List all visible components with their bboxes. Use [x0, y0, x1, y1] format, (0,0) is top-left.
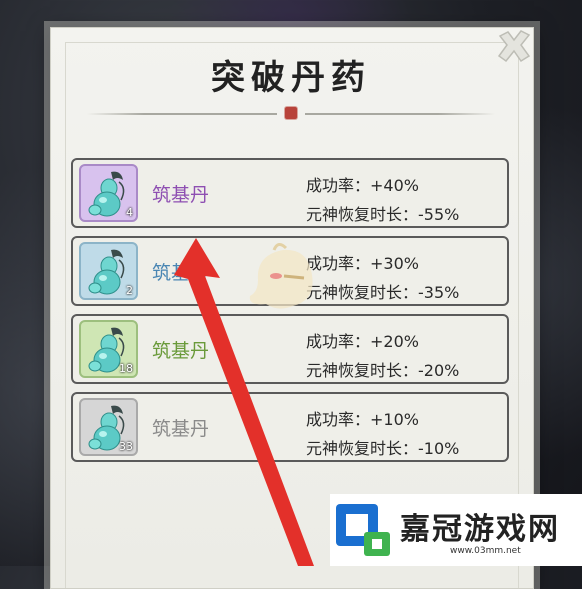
item-name: 筑基丹 [152, 418, 210, 440]
pill-item[interactable]: 33 筑基丹 成功率：+10% 元神恢复时长：-10% [71, 392, 509, 462]
item-name: 筑基丹 [152, 262, 210, 284]
recovery-time: 元神恢复时长：-20% [306, 361, 460, 380]
item-count: 4 [126, 206, 133, 219]
site-logo: 嘉冠游戏网 www.03mm.net [330, 494, 582, 566]
pill-item[interactable]: 4 筑基丹 成功率：+40% 元神恢复时长：-55% [71, 158, 509, 228]
seal-icon [285, 107, 297, 119]
pill-icon-box: 2 [79, 242, 138, 300]
item-name: 筑基丹 [152, 184, 210, 206]
pill-icon-box: 4 [79, 164, 138, 222]
item-count: 2 [126, 284, 133, 297]
item-count: 33 [119, 440, 133, 453]
success-rate: 成功率：+40% [306, 176, 419, 195]
item-count: 18 [119, 362, 133, 375]
success-rate: 成功率：+20% [306, 332, 419, 351]
dialog-title: 突破丹药 [211, 58, 371, 98]
pill-item[interactable]: 18 筑基丹 成功率：+20% 元神恢复时长：-20% [71, 314, 509, 384]
item-name: 筑基丹 [152, 340, 210, 362]
recovery-time: 元神恢复时长：-55% [306, 205, 460, 224]
logo-url: www.03mm.net [450, 546, 521, 556]
pill-icon-box: 18 [79, 320, 138, 378]
mascot-watermark-icon [249, 243, 313, 309]
logo-text: 嘉冠游戏网 [400, 512, 560, 547]
title-divider [87, 107, 495, 119]
success-rate: 成功率：+10% [306, 410, 419, 429]
pill-icon-box: 33 [79, 398, 138, 456]
recovery-time: 元神恢复时长：-35% [306, 283, 460, 302]
logo-icon [336, 504, 390, 556]
recovery-time: 元神恢复时长：-10% [306, 439, 460, 458]
